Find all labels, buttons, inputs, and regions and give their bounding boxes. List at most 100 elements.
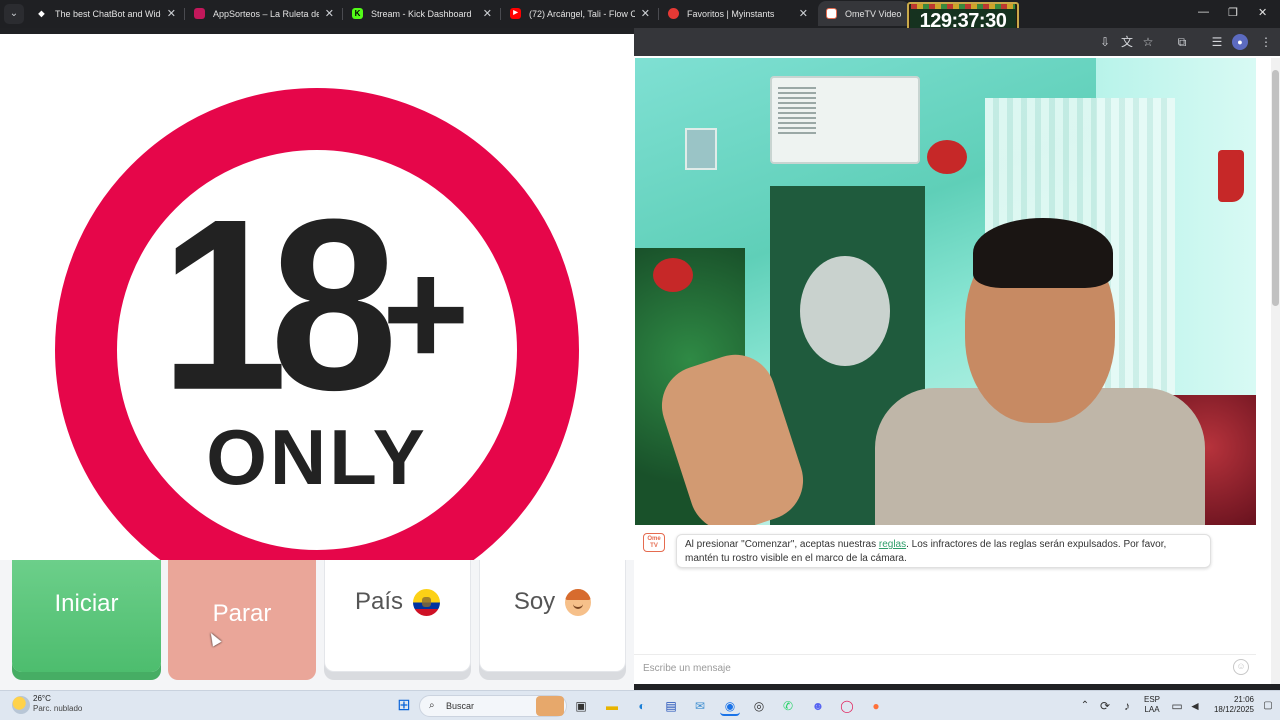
video-bow-ornament (927, 140, 967, 174)
tab-title: AppSorteos – La Ruleta de la Su (213, 8, 319, 19)
whatsapp-icon[interactable]: ✆ (778, 696, 798, 716)
bookmark-star-icon[interactable]: ☆ (1140, 34, 1156, 50)
minimize-icon[interactable]: — (1198, 6, 1209, 18)
appsorteos-favicon-icon (194, 8, 205, 19)
search-highlight-icon (536, 696, 564, 716)
sign-number: 18 (160, 168, 398, 441)
clock[interactable]: 21:06 18/12/2025 (1206, 695, 1254, 715)
windows-taskbar: 26°C Parc. nublado ⊞ ⌕ Buscar ▣ ▬ ◐ ▤ ✉ … (0, 690, 1280, 720)
store-icon[interactable]: ▤ (661, 696, 681, 716)
temperature: 26°C (33, 694, 51, 703)
show-hidden-icons-chevron-icon[interactable]: ⌃ (1075, 696, 1095, 716)
tab-myinstants[interactable]: Favoritos | Myinstants ✕ (660, 1, 816, 26)
close-tab-icon[interactable]: ✕ (641, 7, 650, 20)
language-indicator[interactable]: ESP LAA (1140, 695, 1164, 715)
tab-title: Stream - Kick Dashboard (371, 8, 472, 19)
outlook-icon[interactable]: ✉ (690, 696, 710, 716)
chrome-icon[interactable]: ◉ (720, 696, 740, 716)
search-icon: ⌕ (429, 700, 435, 711)
ecuador-flag-icon (413, 588, 441, 616)
media-controls-icon[interactable]: ☰ (1209, 34, 1225, 50)
start-button[interactable]: Iniciar (12, 560, 161, 672)
microphone-icon[interactable]: ♪ (1117, 696, 1137, 716)
task-view-icon[interactable]: ▣ (571, 696, 591, 716)
install-app-icon[interactable]: ⇩ (1097, 34, 1113, 50)
stop-button-label: Parar (212, 600, 272, 627)
tab-title: (72) Arcángel, Tali - Flow Cabrón (529, 8, 635, 19)
tab-search-button[interactable]: ⌄ (4, 4, 24, 24)
video-bow-ornament (653, 258, 693, 292)
tab-separator (184, 8, 185, 20)
weather-widget[interactable]: 26°C Parc. nublado (33, 694, 82, 714)
webcam-video-feed (635, 58, 1256, 525)
video-wall-photo (685, 128, 717, 170)
tab-kick-dashboard[interactable]: K Stream - Kick Dashboard ✕ (344, 1, 500, 26)
ometv-logo-icon: Ome TV (643, 533, 665, 552)
tab-title: Favoritos | Myinstants (687, 8, 775, 19)
close-tab-icon[interactable]: ✕ (167, 7, 176, 20)
kick-favicon-icon: K (352, 8, 363, 19)
emoji-picker-icon[interactable]: ☺ (1233, 659, 1249, 675)
obs-icon[interactable]: ◎ (749, 696, 769, 716)
start-button-label: Iniciar (54, 590, 119, 617)
edge-browser-icon[interactable]: ◐ (632, 696, 652, 716)
discord-icon[interactable]: ☻ (808, 696, 828, 716)
tab-youtube[interactable]: ▶ (72) Arcángel, Tali - Flow Cabrón ✕ (502, 1, 658, 26)
rules-link[interactable]: reglas (879, 539, 906, 550)
close-tab-icon[interactable]: ✕ (799, 7, 808, 20)
opera-icon[interactable]: ◯ (837, 696, 857, 716)
search-placeholder: Buscar (446, 701, 475, 711)
country-button[interactable]: País (324, 560, 471, 672)
video-air-conditioner (770, 76, 920, 164)
boy-emoji-icon (565, 588, 592, 616)
volume-icon[interactable]: ◄ (1185, 696, 1205, 716)
browser-tab-strip: ⌄ ◆ The best ChatBot and Widgets ✕ AppSo… (0, 0, 1280, 28)
firefox-icon[interactable]: ● (866, 696, 886, 716)
myinstants-favicon-icon (668, 8, 679, 19)
maximize-icon[interactable]: ❐ (1228, 6, 1238, 19)
chatbot-favicon-icon: ◆ (38, 9, 45, 18)
tab-separator (658, 8, 659, 20)
ometv-favicon-icon (826, 8, 837, 19)
notifications-icon[interactable]: ▢ (1258, 696, 1278, 716)
christmas-lights-decoration (911, 4, 1015, 9)
rules-notice: Al presionar "Comenzar", aceptas nuestra… (676, 534, 1211, 568)
notice-text-before: Al presionar "Comenzar", aceptas nuestra… (685, 539, 879, 550)
weather-icon[interactable] (12, 696, 30, 714)
gender-button[interactable]: Soy (479, 560, 626, 672)
clock-time: 21:06 (1233, 695, 1254, 704)
file-explorer-icon[interactable]: ▬ (602, 696, 622, 716)
sign-only-text: ONLY (206, 413, 428, 501)
youtube-favicon-icon: ▶ (510, 8, 521, 19)
stop-button[interactable]: Parar (168, 560, 316, 680)
tab-ometv[interactable]: OmeTV Video Cha (818, 1, 910, 26)
message-input[interactable]: Escribe un mensaje (634, 654, 1256, 680)
country-button-label: País (354, 588, 404, 615)
language-code: ESP (1143, 695, 1160, 704)
gender-button-label: Soy (513, 588, 556, 615)
tab-chatbot[interactable]: ◆ The best ChatBot and Widgets ✕ (28, 1, 184, 26)
menu-kebab-icon[interactable]: ⋮ (1258, 34, 1274, 50)
tab-title: OmeTV Video Cha (845, 8, 902, 19)
weather-description: Parc. nublado (33, 704, 83, 713)
tab-appsorteos[interactable]: AppSorteos – La Ruleta de la Su ✕ (186, 1, 342, 26)
profile-avatar-icon[interactable]: ● (1232, 34, 1248, 50)
video-christmas-stocking (1218, 150, 1244, 202)
video-person-hair (973, 218, 1113, 288)
scrollbar-thumb[interactable] (1272, 70, 1279, 306)
close-tab-icon[interactable]: ✕ (483, 7, 492, 20)
close-tab-icon[interactable]: ✕ (325, 7, 334, 20)
windows-start-icon[interactable]: ⊞ (394, 696, 414, 716)
ometv-chat-panel: Ome TV Al presionar "Comenzar", aceptas … (634, 56, 1280, 684)
tab-separator (500, 8, 501, 20)
extensions-icon[interactable]: ⧉ (1174, 34, 1190, 50)
keyboard-layout: LAA (1144, 705, 1160, 714)
message-input-placeholder: Escribe un mensaje (643, 663, 731, 674)
translate-icon[interactable]: 文 (1119, 34, 1135, 50)
tab-title: The best ChatBot and Widgets (55, 8, 161, 19)
browser-toolbar: ⇩ 文 ☆ ⧉ ☰ ● ⋮ (634, 28, 1280, 56)
network-icon[interactable]: ▭ (1167, 696, 1187, 716)
close-window-icon[interactable]: ✕ (1258, 6, 1267, 19)
tab-separator (342, 8, 343, 20)
sync-icon[interactable]: ⟳ (1095, 696, 1115, 716)
